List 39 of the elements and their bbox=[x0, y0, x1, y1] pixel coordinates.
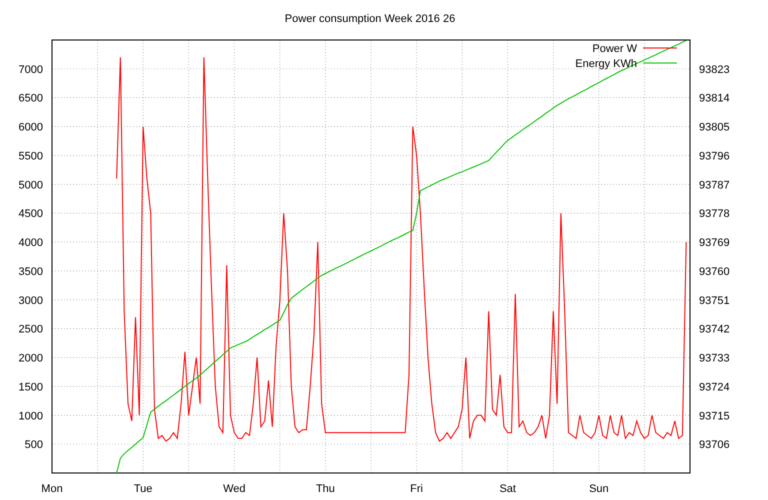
y2-tick-label: 93823 bbox=[699, 64, 730, 76]
legend-line bbox=[642, 62, 678, 64]
y-tick-label: 3000 bbox=[18, 294, 43, 307]
y2-tick-label: 93769 bbox=[699, 237, 730, 250]
x-tick-label: Sun bbox=[589, 483, 609, 495]
y-tick-label: 6000 bbox=[18, 122, 43, 134]
y2-tick-label: 93796 bbox=[699, 150, 730, 162]
y-tick-label: 4500 bbox=[18, 208, 43, 220]
y2-tick-label: 93715 bbox=[699, 410, 730, 422]
y-tick-label: 5000 bbox=[18, 179, 43, 192]
y-tick-label: 6500 bbox=[18, 92, 43, 105]
y-tick-label: 500 bbox=[24, 439, 43, 452]
y-tick-label: 1000 bbox=[18, 410, 43, 422]
x-tick-label: Mon bbox=[41, 483, 63, 495]
y2-tick-label: 93706 bbox=[699, 439, 730, 452]
chart-title: Power consumption Week 2016 26 bbox=[284, 13, 456, 25]
x-tick-label: Tue bbox=[134, 483, 152, 495]
x-tick-label: Thu bbox=[316, 483, 335, 495]
y2-tick-label: 93733 bbox=[699, 352, 730, 365]
y-tick-label: 1500 bbox=[18, 381, 43, 394]
legend-label: Power W bbox=[592, 43, 637, 55]
x-tick-label: Fri bbox=[410, 483, 423, 495]
x-tick-label: Wed bbox=[223, 483, 246, 495]
legend-label: Energy KWh bbox=[575, 58, 637, 70]
x-tick-label: Sat bbox=[499, 483, 516, 495]
y-tick-label: 7000 bbox=[18, 64, 43, 76]
y-tick-label: 2000 bbox=[18, 352, 43, 365]
y2-tick-label: 93778 bbox=[699, 208, 730, 220]
y2-tick-label: 93787 bbox=[699, 179, 730, 192]
y-tick-label: 2500 bbox=[18, 324, 43, 336]
y2-tick-label: 93751 bbox=[699, 294, 730, 307]
y2-tick-label: 93724 bbox=[699, 381, 730, 394]
y2-tick-label: 93814 bbox=[699, 92, 730, 105]
y2-tick-label: 93760 bbox=[699, 266, 730, 278]
y-tick-label: 3500 bbox=[18, 266, 43, 278]
y-tick-label: 5500 bbox=[18, 150, 43, 162]
y-tick-label: 4000 bbox=[18, 237, 43, 250]
y2-tick-label: 93742 bbox=[699, 324, 730, 336]
y2-tick-label: 93805 bbox=[699, 122, 730, 134]
